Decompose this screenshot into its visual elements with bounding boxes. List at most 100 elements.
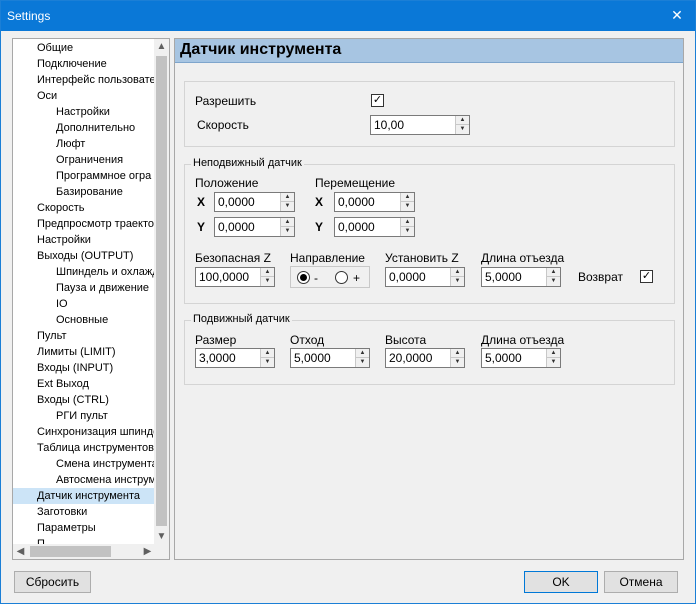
ok-button[interactable]: OK bbox=[524, 571, 598, 593]
increment-icon[interactable]: ▲ bbox=[261, 349, 274, 358]
tree-item[interactable]: Дополнительно bbox=[13, 120, 155, 136]
tree-item[interactable]: Входы (CTRL) bbox=[13, 392, 155, 408]
increment-icon[interactable]: ▲ bbox=[281, 193, 294, 202]
tree-item[interactable]: Интерфейс пользовате bbox=[13, 72, 155, 88]
increment-icon[interactable]: ▲ bbox=[547, 268, 560, 277]
increment-icon[interactable]: ▲ bbox=[547, 349, 560, 358]
direction-radio-group: - + bbox=[290, 266, 370, 288]
tree-item[interactable]: РГИ пульт bbox=[13, 408, 155, 424]
tree-item[interactable]: Скорость bbox=[13, 200, 155, 216]
tree-item[interactable]: Программное огра bbox=[13, 168, 155, 184]
retract-stepper[interactable]: 5,0000 ▲ ▼ bbox=[481, 267, 561, 287]
tree-item[interactable]: Смена инструмента bbox=[13, 456, 155, 472]
scroll-right-icon[interactable]: ▶ bbox=[140, 544, 155, 559]
tree-item[interactable]: Параметры bbox=[13, 520, 155, 536]
tree-item[interactable]: Настройки bbox=[13, 232, 155, 248]
tree-item[interactable]: Выходы (OUTPUT) bbox=[13, 248, 155, 264]
reset-button[interactable]: Сбросить bbox=[14, 571, 91, 593]
enable-label: Разрешить bbox=[195, 94, 257, 108]
tree-item[interactable]: Люфт bbox=[13, 136, 155, 152]
tree-item[interactable]: Лимиты (LIMIT) bbox=[13, 344, 155, 360]
tree-item[interactable]: Ограничения bbox=[13, 152, 155, 168]
safe-z-stepper[interactable]: 100,0000 ▲ ▼ bbox=[195, 267, 275, 287]
increment-icon[interactable]: ▲ bbox=[451, 349, 464, 358]
tree-item[interactable]: Основные bbox=[13, 312, 155, 328]
radio-selected-dot bbox=[300, 274, 307, 281]
scroll-thumb[interactable] bbox=[156, 56, 167, 526]
scroll-thumb-horizontal[interactable] bbox=[30, 546, 111, 557]
tree-item[interactable]: Подключение bbox=[13, 56, 155, 72]
tree-item[interactable]: Автосмена инструм bbox=[13, 472, 155, 488]
general-group: Разрешить ✓ Скорость 10,00 ▲ ▼ bbox=[184, 81, 675, 147]
speed-stepper[interactable]: 10,00 ▲ ▼ bbox=[370, 115, 470, 135]
settings-tree[interactable]: Общие Подключение Интерфейс пользовате Оси Н… bbox=[12, 38, 170, 560]
decrement-icon[interactable]: ▼ bbox=[547, 358, 560, 367]
size-stepper[interactable]: 3,0000 ▲ ▼ bbox=[195, 348, 275, 368]
mobile-retract-label: Длина отъезда bbox=[481, 333, 565, 347]
decrement-icon[interactable]: ▼ bbox=[456, 125, 469, 134]
increment-icon[interactable]: ▲ bbox=[401, 193, 414, 202]
decrement-icon[interactable]: ▼ bbox=[281, 227, 294, 236]
return-checkbox[interactable]: ✓ bbox=[640, 270, 653, 283]
settings-panel: Датчик инструмента Разрешить ✓ Скорость … bbox=[174, 38, 684, 560]
scroll-left-icon[interactable]: ◀ bbox=[13, 544, 28, 559]
set-z-stepper[interactable]: 0,0000 ▲ ▼ bbox=[385, 267, 465, 287]
decrement-icon[interactable]: ▼ bbox=[356, 358, 369, 367]
tree-item[interactable]: Пульт bbox=[13, 328, 155, 344]
scroll-down-icon[interactable]: ▼ bbox=[154, 529, 169, 544]
decrement-icon[interactable]: ▼ bbox=[547, 277, 560, 286]
tree-item[interactable]: Общие bbox=[13, 40, 155, 56]
tree-horizontal-scrollbar[interactable]: ◀ ▶ bbox=[13, 544, 155, 559]
direction-label: Направление bbox=[290, 251, 365, 265]
increment-icon[interactable]: ▲ bbox=[451, 268, 464, 277]
decrement-icon[interactable]: ▼ bbox=[281, 202, 294, 211]
tree-item[interactable]: IO bbox=[13, 296, 155, 312]
decrement-icon[interactable]: ▼ bbox=[401, 202, 414, 211]
scroll-corner bbox=[155, 544, 169, 559]
move-y-value: 0,0000 bbox=[338, 220, 375, 234]
panel-title: Датчик инструмента bbox=[180, 41, 342, 58]
direction-minus-radio[interactable] bbox=[297, 271, 310, 284]
enable-checkbox[interactable]: ✓ bbox=[371, 94, 384, 107]
tree-item[interactable]: Ext Выход bbox=[13, 376, 155, 392]
tree-item[interactable]: Базирование bbox=[13, 184, 155, 200]
move-y-stepper[interactable]: 0,0000 ▲ ▼ bbox=[334, 217, 415, 237]
position-x-stepper[interactable]: 0,0000 ▲ ▼ bbox=[214, 192, 295, 212]
tree-item[interactable]: Настройки bbox=[13, 104, 155, 120]
tree-item[interactable]: Заготовки bbox=[13, 504, 155, 520]
offset-value: 5,0000 bbox=[294, 351, 331, 365]
move-x-stepper[interactable]: 0,0000 ▲ ▼ bbox=[334, 192, 415, 212]
tree-item[interactable]: Предпросмотр траекто bbox=[13, 216, 155, 232]
mobile-sensor-title: Подвижный датчик bbox=[191, 313, 292, 325]
decrement-icon[interactable]: ▼ bbox=[451, 358, 464, 367]
tree-item[interactable]: Датчик инструмента bbox=[13, 488, 155, 504]
tree-item[interactable]: Пауза и движение bbox=[13, 280, 155, 296]
tree-vertical-scrollbar[interactable]: ▲ ▼ bbox=[154, 39, 169, 544]
mobile-retract-stepper[interactable]: 5,0000 ▲ ▼ bbox=[481, 348, 561, 368]
tree-item[interactable]: П bbox=[13, 536, 155, 544]
increment-icon[interactable]: ▲ bbox=[456, 116, 469, 125]
decrement-icon[interactable]: ▼ bbox=[451, 277, 464, 286]
increment-icon[interactable]: ▲ bbox=[261, 268, 274, 277]
tree-item[interactable]: Шпиндель и охлажд bbox=[13, 264, 155, 280]
position-y-stepper[interactable]: 0,0000 ▲ ▼ bbox=[214, 217, 295, 237]
cancel-button[interactable]: Отмена bbox=[604, 571, 678, 593]
increment-icon[interactable]: ▲ bbox=[281, 218, 294, 227]
increment-icon[interactable]: ▲ bbox=[401, 218, 414, 227]
offset-stepper[interactable]: 5,0000 ▲ ▼ bbox=[290, 348, 370, 368]
height-stepper[interactable]: 20,0000 ▲ ▼ bbox=[385, 348, 465, 368]
decrement-icon[interactable]: ▼ bbox=[261, 358, 274, 367]
tree-item[interactable]: Входы (INPUT) bbox=[13, 360, 155, 376]
mobile-retract-value: 5,0000 bbox=[485, 351, 522, 365]
tree-item[interactable]: Синхронизация шпинде bbox=[13, 424, 155, 440]
pos-x-axis-label: X bbox=[197, 195, 206, 209]
decrement-icon[interactable]: ▼ bbox=[401, 227, 414, 236]
speed-value: 10,00 bbox=[374, 118, 405, 132]
direction-plus-radio[interactable] bbox=[335, 271, 348, 284]
tree-item[interactable]: Таблица инструментов bbox=[13, 440, 155, 456]
decrement-icon[interactable]: ▼ bbox=[261, 277, 274, 286]
scroll-up-icon[interactable]: ▲ bbox=[154, 39, 169, 54]
increment-icon[interactable]: ▲ bbox=[356, 349, 369, 358]
tree-item[interactable]: Оси bbox=[13, 88, 155, 104]
close-icon[interactable]: ✕ bbox=[669, 7, 685, 23]
